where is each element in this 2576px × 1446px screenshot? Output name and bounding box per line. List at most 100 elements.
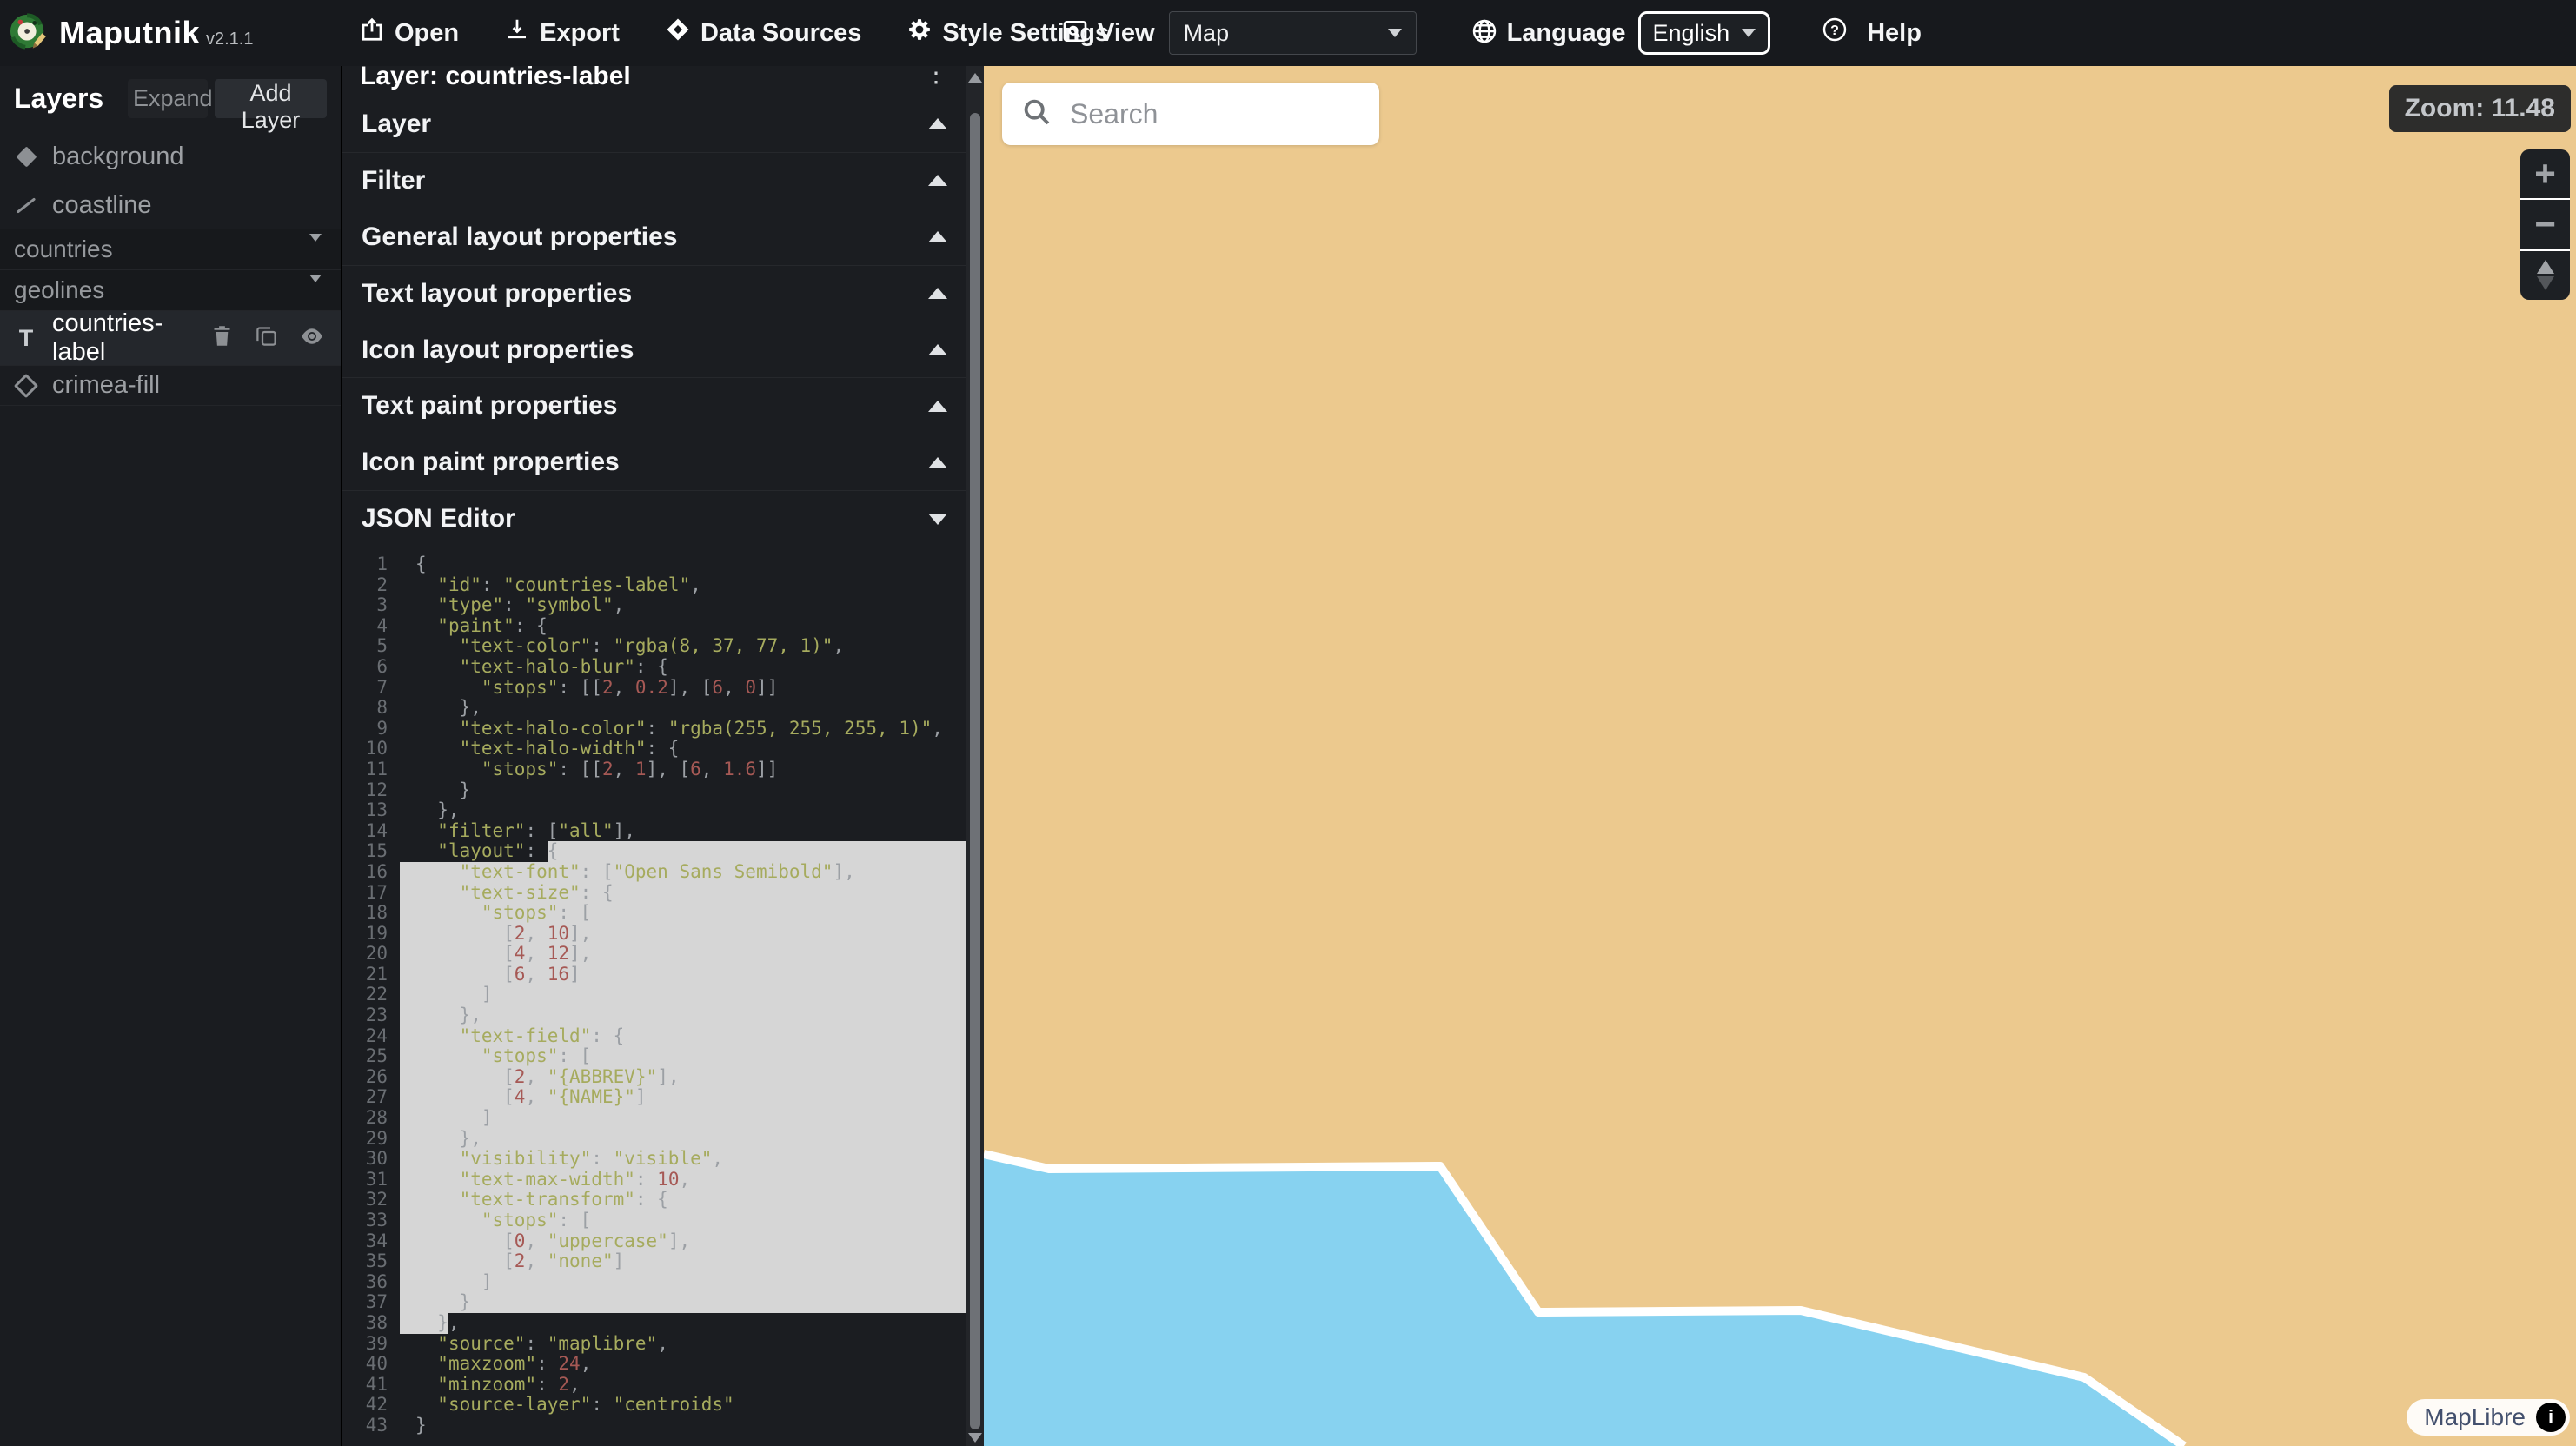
zoom-in-button[interactable]: + [2520, 149, 2570, 198]
code-line[interactable]: 6 "text-halo-blur": { [342, 657, 966, 678]
code-line[interactable]: 8 }, [342, 698, 966, 719]
code-line[interactable]: 34 [0, "uppercase"], [342, 1231, 966, 1252]
code-line[interactable]: 11 "stops": [[2, 1], [6, 1.6]] [342, 759, 966, 780]
view-select[interactable]: Map [1169, 11, 1417, 55]
line-number: 14 [342, 821, 400, 842]
search-input[interactable] [1068, 97, 1332, 131]
line-number: 31 [342, 1170, 400, 1191]
map-canvas[interactable]: Zoom: 11.48 + − MapLibre i [984, 66, 2576, 1446]
chevron-down-icon[interactable] [309, 242, 327, 257]
code-line[interactable]: 24 "text-field": { [342, 1026, 966, 1047]
code-line[interactable]: 36 ] [342, 1272, 966, 1293]
code-line[interactable]: 28 ] [342, 1108, 966, 1129]
duplicate-icon[interactable] [255, 324, 278, 352]
code-line[interactable]: 25 "stops": [ [342, 1046, 966, 1067]
attribution-link[interactable]: MapLibre [2424, 1403, 2526, 1431]
map-nav-controls: + − [2520, 149, 2570, 300]
expand-arrow-icon[interactable] [928, 401, 947, 412]
compass-button[interactable] [2520, 249, 2570, 300]
code-line[interactable]: 30 "visibility": "visible", [342, 1149, 966, 1170]
code-line[interactable]: 43} [342, 1416, 966, 1436]
code-line[interactable]: 19 [2, 10], [342, 924, 966, 945]
section-icon-paint-properties[interactable]: Icon paint properties [342, 434, 966, 490]
code-line[interactable]: 32 "text-transform": { [342, 1190, 966, 1211]
expand-arrow-icon[interactable] [928, 344, 947, 355]
editor-scrollbar[interactable] [966, 66, 984, 1446]
layer-list-item-coastline[interactable]: coastline [0, 182, 341, 229]
code-line[interactable]: 33 "stops": [ [342, 1211, 966, 1231]
code-line[interactable]: 15 "layout": { [342, 841, 966, 862]
code-line[interactable]: 42 "source-layer": "centroids" [342, 1395, 966, 1416]
layer-group-geolines[interactable]: geolines [0, 269, 341, 310]
line-number: 2 [342, 575, 400, 596]
section-general-layout-properties[interactable]: General layout properties [342, 209, 966, 265]
code-line[interactable]: 13 }, [342, 800, 966, 821]
code-line[interactable]: 18 "stops": [ [342, 903, 966, 924]
section-text-layout-properties[interactable]: Text layout properties [342, 265, 966, 322]
scroll-down-arrow-icon[interactable] [968, 1433, 982, 1443]
collapse-arrow-icon[interactable] [928, 514, 947, 525]
code-line[interactable]: 10 "text-halo-width": { [342, 739, 966, 759]
code-line[interactable]: 22 ] [342, 985, 966, 1005]
layer-list-item-crimea-fill[interactable]: crimea-fill [0, 365, 341, 406]
code-line[interactable]: 29 }, [342, 1129, 966, 1150]
section-filter[interactable]: Filter [342, 152, 966, 209]
attribution-info-icon[interactable]: i [2536, 1403, 2566, 1432]
scroll-up-arrow-icon[interactable] [968, 73, 982, 83]
code-line[interactable]: 39 "source": "maplibre", [342, 1334, 966, 1355]
layer-group-countries[interactable]: countries [0, 229, 341, 269]
scrollbar-thumb[interactable] [970, 113, 980, 1429]
code-line[interactable]: 41 "minzoom": 2, [342, 1375, 966, 1396]
main-menu: Open Export Data Sources [359, 0, 1109, 66]
line-number: 15 [342, 841, 400, 862]
code-line[interactable]: 35 [2, "none"] [342, 1251, 966, 1272]
code-line[interactable]: 37 } [342, 1292, 966, 1313]
expand-arrow-icon[interactable] [928, 457, 947, 468]
layer-list-item-countries-label[interactable]: Tcountries-label [0, 310, 341, 365]
code-line[interactable]: 20 [4, 12], [342, 944, 966, 965]
expand-arrow-icon[interactable] [928, 175, 947, 186]
expand-arrow-icon[interactable] [928, 288, 947, 299]
layer-menu-kebab-icon[interactable]: ⋮ [923, 66, 949, 85]
open-button[interactable]: Open [359, 17, 459, 50]
help-button[interactable]: ? Help [1821, 16, 1922, 50]
code-line[interactable]: 3 "type": "symbol", [342, 595, 966, 616]
code-line[interactable]: 1{ [342, 554, 966, 575]
language-select[interactable]: English [1638, 11, 1771, 55]
layer-list-item-background[interactable]: background [0, 130, 341, 182]
expand-arrow-icon[interactable] [928, 118, 947, 129]
code-line[interactable]: 26 [2, "{ABBREV}"], [342, 1067, 966, 1088]
export-button[interactable]: Export [504, 17, 620, 50]
code-line[interactable]: 27 [4, "{NAME}"] [342, 1087, 966, 1108]
code-line[interactable]: 14 "filter": ["all"], [342, 821, 966, 842]
code-line[interactable]: 38 }, [342, 1313, 966, 1334]
code-line[interactable]: 17 "text-size": { [342, 883, 966, 904]
section-layer[interactable]: Layer [342, 96, 966, 152]
delete-icon[interactable] [210, 324, 234, 352]
code-line[interactable]: 23 }, [342, 1005, 966, 1026]
expand-arrow-icon[interactable] [928, 231, 947, 242]
code-line[interactable]: 7 "stops": [[2, 0.2], [6, 0]] [342, 678, 966, 699]
map-search-box[interactable] [1002, 83, 1379, 145]
code-line[interactable]: 12 } [342, 780, 966, 801]
data-sources-button[interactable]: Data Sources [665, 17, 861, 50]
line-number: 7 [342, 678, 400, 699]
json-code-editor[interactable]: 1{2 "id": "countries-label",3 "type": "s… [342, 547, 966, 1446]
section-icon-layout-properties[interactable]: Icon layout properties [342, 322, 966, 378]
code-line[interactable]: 21 [6, 16] [342, 965, 966, 985]
code-line[interactable]: 40 "maxzoom": 24, [342, 1354, 966, 1375]
code-line[interactable]: 9 "text-halo-color": "rgba(255, 255, 255… [342, 719, 966, 740]
code-line[interactable]: 4 "paint": { [342, 616, 966, 637]
visibility-icon[interactable] [299, 323, 325, 354]
code-line[interactable]: 2 "id": "countries-label", [342, 575, 966, 596]
expand-button[interactable]: Expand [128, 79, 208, 118]
zoom-out-button[interactable]: − [2520, 198, 2570, 249]
line-number: 17 [342, 883, 400, 904]
chevron-down-icon[interactable] [309, 282, 327, 298]
section-json-editor[interactable]: JSON Editor [342, 490, 966, 547]
code-line[interactable]: 31 "text-max-width": 10, [342, 1170, 966, 1191]
code-line[interactable]: 5 "text-color": "rgba(8, 37, 77, 1)", [342, 636, 966, 657]
code-line[interactable]: 16 "text-font": ["Open Sans Semibold"], [342, 862, 966, 883]
add-layer-button[interactable]: Add Layer [215, 79, 327, 118]
section-text-paint-properties[interactable]: Text paint properties [342, 377, 966, 434]
